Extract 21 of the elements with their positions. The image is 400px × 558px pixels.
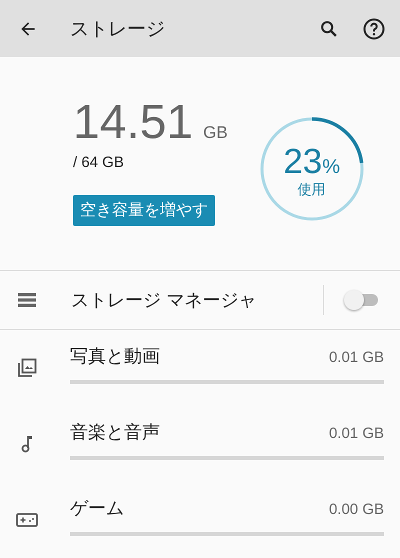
percent-sign: % — [322, 156, 340, 178]
help-icon[interactable] — [362, 16, 386, 40]
gamepad-icon — [16, 513, 38, 527]
usage-percent: 23 — [283, 144, 322, 178]
storage-manager-label[interactable]: ストレージ マネージャ — [71, 288, 323, 312]
used-amount: 14.51 — [73, 95, 194, 150]
category-size: 0.01 GB — [328, 425, 384, 442]
photo-gallery-icon — [17, 358, 37, 378]
total-capacity: / 64 GB — [73, 154, 124, 171]
category-size: 0.00 GB — [328, 501, 384, 518]
category-size: 0.01 GB — [328, 349, 384, 366]
music-note-icon — [21, 435, 33, 453]
category-label[interactable]: ゲーム — [70, 496, 124, 520]
usage-label: 使用 — [298, 180, 326, 198]
screen-title: ストレージ — [70, 16, 166, 42]
category-label[interactable]: 写真と動画 — [70, 344, 160, 368]
storage-list-icon — [18, 293, 36, 307]
used-unit: GB — [203, 123, 228, 143]
category-label[interactable]: 音楽と音声 — [70, 420, 160, 444]
free-up-space-button[interactable]: 空き容量を増やす — [73, 195, 215, 226]
toggle-switch[interactable] — [344, 290, 378, 310]
